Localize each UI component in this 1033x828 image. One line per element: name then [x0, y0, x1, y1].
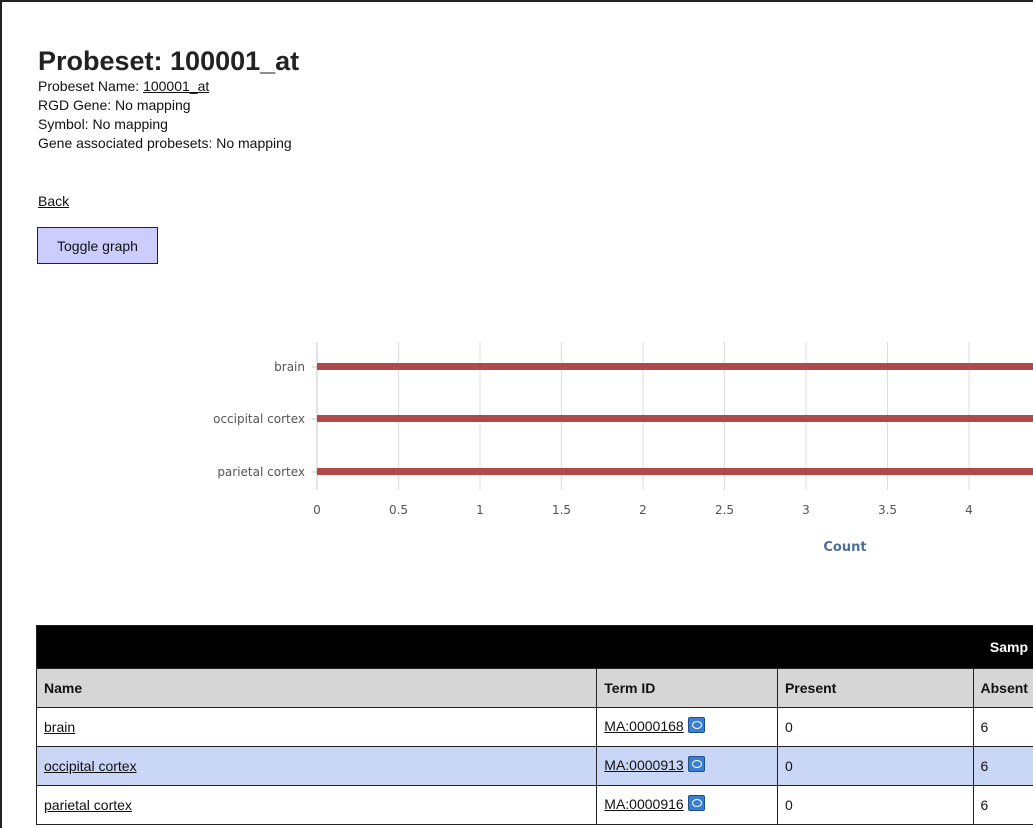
back-link[interactable]: Back	[38, 193, 69, 209]
samples-table: Samp Name Term ID Present Absent brain M…	[35, 625, 1033, 825]
probeset-name-link[interactable]: 100001_at	[143, 78, 209, 94]
term-id-link[interactable]: MA:0000916	[604, 796, 683, 812]
table-row: occipital cortex MA:0000913 0 6	[35, 746, 1033, 786]
category-label: parietal cortex	[217, 465, 305, 479]
bar-brain	[317, 363, 1033, 370]
ontology-icon[interactable]	[687, 716, 705, 733]
column-header-name: Name	[35, 668, 598, 708]
samples-banner: Samp	[36, 625, 1033, 669]
x-tick-label: 2	[639, 503, 647, 517]
count-chart: brain occipital cortex parietal cortex 0 0.5…	[213, 342, 1033, 555]
page-title: Probeset: 100001_at	[38, 46, 300, 76]
sample-name-link[interactable]: parietal cortex	[44, 797, 132, 813]
x-tick-label: 1.5	[552, 503, 571, 517]
gene-probesets-line: Gene associated probesets: No mapping	[38, 135, 292, 151]
column-header-present: Present	[776, 668, 974, 708]
probeset-name-label: Probeset Name:	[38, 78, 144, 94]
category-label: occipital cortex	[213, 412, 305, 426]
term-id-link[interactable]: MA:0000913	[604, 757, 683, 773]
column-header-absent: Absent	[972, 668, 1033, 708]
rgd-gene-line: RGD Gene: No mapping	[38, 97, 191, 113]
table-row: brain MA:0000168 0 6	[35, 707, 1033, 747]
bar-occipital-cortex	[317, 415, 1033, 422]
category-label: brain	[274, 360, 305, 374]
x-tick-label: 0	[313, 503, 321, 517]
sample-name-link[interactable]: brain	[44, 719, 75, 735]
x-tick-label: 2.5	[715, 503, 734, 517]
x-tick-label: 4	[965, 503, 973, 517]
probeset-name-line: Probeset Name: 100001_at	[38, 78, 299, 95]
x-tick-label: 3	[802, 503, 810, 517]
column-header-term-id: Term ID	[596, 668, 778, 708]
probeset-header: Probeset: 100001_at Probeset Name: 10000…	[38, 46, 299, 152]
present-cell: 0	[776, 707, 974, 747]
table-row: parietal cortex MA:0000916 0 6	[35, 785, 1033, 825]
absent-cell: 6	[972, 746, 1033, 786]
ontology-icon[interactable]	[687, 755, 705, 772]
symbol-line: Symbol: No mapping	[38, 116, 168, 132]
term-id-link[interactable]: MA:0000168	[604, 718, 683, 734]
ontology-icon[interactable]	[687, 794, 705, 811]
x-tick-label: 3.5	[878, 503, 897, 517]
bar-parietal-cortex	[317, 468, 1033, 475]
absent-cell: 6	[972, 785, 1033, 825]
absent-cell: 6	[972, 707, 1033, 747]
x-tick-label: 0.5	[389, 503, 408, 517]
x-axis-title: Count	[823, 540, 866, 555]
present-cell: 0	[776, 746, 974, 786]
x-tick-label: 1	[476, 503, 484, 517]
sample-name-link[interactable]: occipital cortex	[44, 758, 137, 774]
toggle-graph-button[interactable]: Toggle graph	[37, 227, 158, 264]
present-cell: 0	[776, 785, 974, 825]
